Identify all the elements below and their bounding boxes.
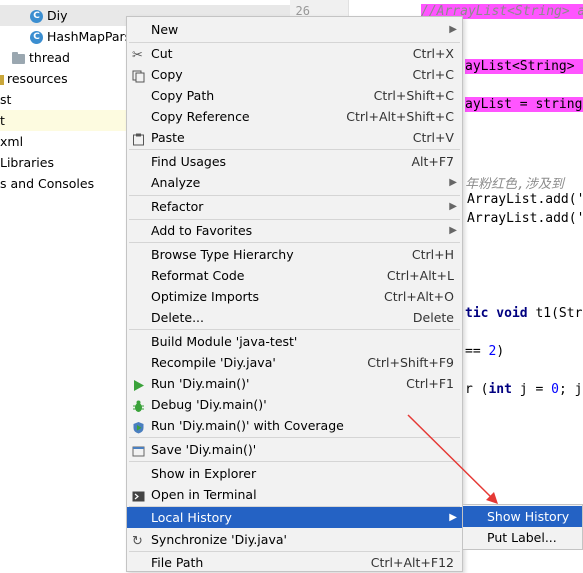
tree-item-consoles[interactable]: s and Consoles: [0, 173, 94, 194]
menu-item-copy-path[interactable]: Copy Path Ctrl+Shift+C: [127, 85, 462, 106]
tree-item-hashmapparser[interactable]: C HashMapPars: [0, 26, 131, 47]
code-line: tic void t1(Str: [465, 306, 583, 321]
class-icon: C: [30, 10, 43, 23]
menu-item-local-history[interactable]: Local History ▶: [127, 507, 462, 528]
tree-item-label: xml: [0, 134, 24, 149]
tree-item-label: s and Consoles: [0, 176, 95, 191]
menu-item-refactor[interactable]: Refactor ▶: [127, 196, 462, 217]
tree-item-label: HashMapPars: [47, 29, 132, 44]
tree-item-t[interactable]: t: [0, 110, 127, 131]
class-icon: C: [30, 31, 43, 44]
context-menu: New ▶ ✂ Cut Ctrl+X Copy Ctrl+C Copy Path…: [126, 16, 463, 572]
submenu-item-put-label[interactable]: Put Label...: [463, 527, 582, 548]
tree-item-label: Diy: [47, 8, 68, 23]
menu-separator: [129, 437, 460, 438]
submenu-item-show-history[interactable]: Show History: [463, 506, 582, 527]
terminal-icon: [132, 488, 145, 502]
tree-item-label: t: [0, 113, 5, 128]
code-line: r (int j = 0; j: [465, 382, 583, 397]
folder-icon: [12, 51, 25, 64]
tree-item-xml[interactable]: xml: [0, 131, 23, 152]
chevron-right-icon: ▶: [449, 512, 457, 523]
save-config-icon: [132, 443, 145, 457]
copy-icon: [132, 68, 145, 83]
paste-icon: [132, 131, 145, 146]
menu-item-find-usages[interactable]: Find Usages Alt+F7: [127, 151, 462, 172]
menu-item-analyze[interactable]: Analyze ▶: [127, 172, 462, 193]
menu-item-show-in-explorer[interactable]: Show in Explorer: [127, 463, 462, 484]
menu-item-build-module[interactable]: Build Module 'java-test': [127, 331, 462, 352]
menu-item-cut[interactable]: ✂ Cut Ctrl+X: [127, 43, 462, 64]
code-line: ArrayList.add(': [467, 211, 583, 226]
tree-item-resources[interactable]: resources: [0, 68, 68, 89]
menu-separator: [129, 329, 460, 330]
menu-item-paste[interactable]: Paste Ctrl+V: [127, 127, 462, 148]
menu-item-recompile[interactable]: Recompile 'Diy.java' Ctrl+Shift+F9: [127, 352, 462, 373]
tree-item-libraries[interactable]: Libraries: [0, 152, 54, 173]
menu-item-run-with-coverage[interactable]: Run 'Diy.main()' with Coverage: [127, 415, 462, 436]
run-icon: [132, 377, 145, 391]
chevron-right-icon: ▶: [449, 177, 457, 188]
chevron-right-icon: ▶: [449, 225, 457, 236]
menu-item-save[interactable]: Save 'Diy.main()': [127, 439, 462, 460]
menu-item-copy-reference[interactable]: Copy Reference Ctrl+Alt+Shift+C: [127, 106, 462, 127]
menu-item-browse-type-hierarchy[interactable]: Browse Type Hierarchy Ctrl+H: [127, 244, 462, 265]
menu-item-open-in-terminal[interactable]: Open in Terminal: [127, 484, 462, 505]
menu-item-run[interactable]: Run 'Diy.main()' Ctrl+F1: [127, 373, 462, 394]
code-line: ayList = string: [465, 97, 583, 112]
coverage-icon: [132, 419, 145, 434]
menu-item-new[interactable]: New ▶: [127, 19, 462, 40]
tree-item-label: resources: [7, 71, 68, 86]
chevron-right-icon: ▶: [449, 201, 457, 212]
menu-item-synchronize[interactable]: ↻ Synchronize 'Diy.java': [127, 529, 462, 550]
local-history-submenu: Show History Put Label...: [462, 504, 583, 550]
tree-item-thread[interactable]: thread: [0, 47, 70, 68]
resources-folder-icon: [0, 74, 4, 85]
synchronize-icon: ↻: [132, 534, 143, 549]
menu-separator: [129, 149, 460, 150]
code-line: ayList<String> a: [465, 59, 583, 74]
code-line: ArrayList.add(': [467, 192, 583, 207]
debug-bug-icon: [132, 398, 145, 412]
scissors-icon: ✂: [132, 48, 143, 63]
menu-item-delete[interactable]: Delete... Delete: [127, 307, 462, 328]
code-line: 年粉红色,涉及到: [465, 177, 564, 192]
tree-item-label: Libraries: [0, 155, 54, 170]
tree-item-label: thread: [29, 50, 70, 65]
tree-item-st[interactable]: st: [0, 89, 11, 110]
menu-item-optimize-imports[interactable]: Optimize Imports Ctrl+Alt+O: [127, 286, 462, 307]
menu-item-copy[interactable]: Copy Ctrl+C: [127, 64, 462, 85]
tree-item-label: st: [0, 92, 12, 107]
menu-separator: [129, 461, 460, 462]
menu-separator: [129, 242, 460, 243]
menu-item-file-path[interactable]: File Path Ctrl+Alt+F12: [127, 552, 462, 573]
menu-item-debug[interactable]: Debug 'Diy.main()': [127, 394, 462, 415]
menu-item-add-to-favorites[interactable]: Add to Favorites ▶: [127, 220, 462, 241]
menu-item-reformat-code[interactable]: Reformat Code Ctrl+Alt+L: [127, 265, 462, 286]
chevron-right-icon: ▶: [449, 24, 457, 35]
code-line: == 2): [465, 344, 505, 359]
